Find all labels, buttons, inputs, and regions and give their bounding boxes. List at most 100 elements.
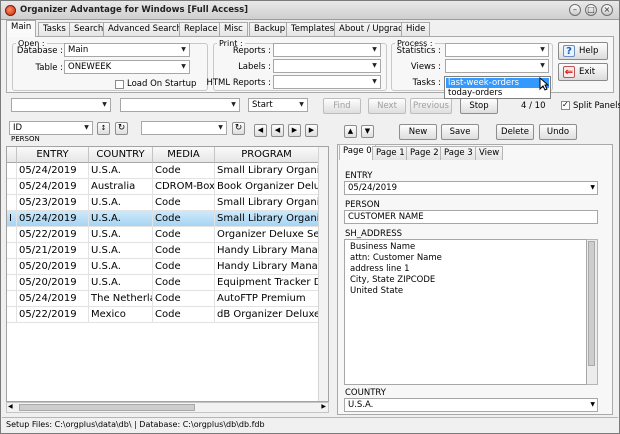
find-button[interactable]: Find: [323, 98, 361, 114]
grid-vertical-scrollbar[interactable]: [318, 147, 328, 401]
cell-country[interactable]: Australia: [89, 179, 153, 195]
cell-entry[interactable]: 05/20/2019: [17, 275, 89, 291]
minimize-icon[interactable]: –: [569, 4, 581, 16]
tab-page-1[interactable]: Page 1: [372, 146, 409, 160]
tab-page-0[interactable]: Page 0: [339, 144, 376, 160]
row-indicator[interactable]: [7, 163, 17, 179]
cell-entry[interactable]: 05/21/2019: [17, 243, 89, 259]
tab-page-2[interactable]: Page 2: [406, 146, 443, 160]
tab-view[interactable]: View: [475, 146, 504, 160]
row-indicator[interactable]: [7, 291, 17, 307]
cell-program[interactable]: dB Organizer Deluxe: [215, 307, 319, 323]
table-row[interactable]: 05/21/2019U.S.A.CodeHandy Library Manage…: [7, 243, 319, 259]
search-field-select[interactable]: ▼: [11, 98, 111, 112]
cell-program[interactable]: Small Library Organizer: [215, 195, 319, 211]
new-record-button[interactable]: New: [399, 124, 437, 140]
table-row[interactable]: 05/24/2019 Australia CDROM-Box Book Organiz…: [7, 179, 319, 195]
save-record-button[interactable]: Save: [441, 124, 479, 140]
cell-entry[interactable]: 05/24/2019: [17, 179, 89, 195]
scroll-left-icon[interactable]: ◀: [8, 403, 13, 410]
table-select[interactable]: ONEWEEK ▼: [64, 60, 190, 74]
cell-program[interactable]: Small Library Organizer: [215, 163, 319, 179]
table-row[interactable]: 05/22/2019U.S.A.CodeOrganizer Deluxe Ser…: [7, 227, 319, 243]
column-header-country[interactable]: COUNTRY: [89, 147, 153, 163]
memo-scroll-thumb[interactable]: [588, 241, 595, 366]
cell-country[interactable]: U.S.A.: [89, 275, 153, 291]
tab-templates[interactable]: Templates: [286, 22, 340, 37]
cell-country[interactable]: U.S.A.: [89, 211, 153, 227]
views-select[interactable]: ▼: [445, 59, 549, 73]
tab-backup[interactable]: Backup: [249, 22, 291, 37]
table-row[interactable]: 05/24/2019 U.S.A. Code Small Library Organi…: [7, 163, 319, 179]
views-option-last-week-orders[interactable]: last-week-orders: [446, 78, 549, 88]
tab-misc[interactable]: Misc: [219, 22, 248, 37]
column-header-program[interactable]: PROGRAM: [215, 147, 319, 163]
reports-select[interactable]: ▼: [273, 43, 381, 57]
cell-program[interactable]: Handy Library Manager: [215, 243, 319, 259]
tab-main[interactable]: Main: [6, 20, 37, 37]
last-record-icon[interactable]: ▶: [305, 124, 318, 137]
address-memo[interactable]: Business Name attn: Customer Name address …: [344, 239, 587, 385]
statistics-select[interactable]: ▼: [445, 43, 549, 57]
cell-media[interactable]: Code: [153, 163, 215, 179]
cell-country[interactable]: U.S.A.: [89, 195, 153, 211]
split-panels-checkbox[interactable]: [561, 100, 570, 110]
cell-program[interactable]: Book Organizer Deluxe: [215, 179, 319, 195]
cell-entry[interactable]: 05/24/2019: [17, 211, 89, 227]
move-down-icon[interactable]: ▼: [361, 125, 374, 138]
database-select[interactable]: Main ▼: [64, 43, 190, 57]
scroll-thumb[interactable]: [19, 404, 195, 411]
grid-horizontal-scrollbar[interactable]: ◀ ▶: [6, 402, 329, 413]
row-indicator[interactable]: [7, 227, 17, 243]
cell-media[interactable]: Code: [153, 275, 215, 291]
table-row[interactable]: 05/20/2019U.S.A.CodeHandy Library Manage…: [7, 259, 319, 275]
help-button[interactable]: ? Help: [558, 42, 608, 60]
memo-scrollbar[interactable]: [587, 239, 598, 385]
search-text-input[interactable]: ▼: [120, 98, 240, 112]
cell-country[interactable]: U.S.A.: [89, 227, 153, 243]
table-row[interactable]: 05/24/2019The NetherlandsCodeAutoFTP Pre…: [7, 291, 319, 307]
table-row[interactable]: 05/23/2019 U.S.A. Code Small Library Organi…: [7, 195, 319, 211]
views-option-today-orders[interactable]: today-orders: [446, 88, 549, 98]
cell-country[interactable]: The Netherlands: [89, 291, 153, 307]
previous-record-icon[interactable]: ◀: [271, 124, 284, 137]
delete-record-button[interactable]: Delete: [496, 124, 534, 140]
person-field[interactable]: CUSTOMER NAME: [344, 210, 598, 224]
close-icon[interactable]: ×: [601, 4, 613, 16]
row-indicator[interactable]: [7, 307, 17, 323]
cell-entry[interactable]: 05/20/2019: [17, 259, 89, 275]
next-button[interactable]: Next: [368, 98, 406, 114]
tab-tasks[interactable]: Tasks: [38, 22, 71, 37]
first-record-icon[interactable]: ◀: [254, 124, 267, 137]
column-header-media[interactable]: MEDIA: [153, 147, 215, 163]
cell-entry[interactable]: 05/24/2019: [17, 163, 89, 179]
previous-button[interactable]: Previous: [410, 98, 452, 114]
table-row[interactable]: 05/20/2019U.S.A.CodeEquipment Tracker De…: [7, 275, 319, 291]
cell-media[interactable]: CDROM-Box: [153, 179, 215, 195]
tab-hide[interactable]: Hide: [401, 22, 431, 37]
cell-media[interactable]: Code: [153, 243, 215, 259]
cell-program[interactable]: AutoFTP Premium: [215, 291, 319, 307]
tab-page-3[interactable]: Page 3: [440, 146, 477, 160]
cell-media[interactable]: Code: [153, 291, 215, 307]
cell-media[interactable]: Code: [153, 259, 215, 275]
row-indicator[interactable]: [7, 195, 17, 211]
cell-entry[interactable]: 05/24/2019: [17, 291, 89, 307]
cell-country[interactable]: U.S.A.: [89, 163, 153, 179]
scroll-right-icon[interactable]: ▶: [321, 403, 326, 410]
filter-select[interactable]: ▼: [141, 121, 227, 135]
cell-program[interactable]: Small Library Organizer: [215, 211, 319, 227]
refresh-icon[interactable]: ↻: [115, 122, 128, 135]
stop-button[interactable]: Stop: [460, 98, 498, 114]
cell-country[interactable]: U.S.A.: [89, 259, 153, 275]
cell-media[interactable]: Code: [153, 195, 215, 211]
table-row[interactable]: 05/22/2019 Mexico Code dB Organizer Deluxe: [7, 307, 319, 323]
labels-select[interactable]: ▼: [273, 59, 381, 73]
cell-media[interactable]: Code: [153, 227, 215, 243]
cell-entry[interactable]: 05/22/2019: [17, 307, 89, 323]
column-header-entry[interactable]: ENTRY: [17, 147, 89, 163]
exit-button[interactable]: ⇐ Exit: [558, 63, 608, 81]
search-mode-select[interactable]: Start ▼: [248, 98, 308, 112]
table-row[interactable]: I 05/24/2019 U.S.A. Code Small Library Organ…: [7, 211, 319, 227]
cell-entry[interactable]: 05/23/2019: [17, 195, 89, 211]
